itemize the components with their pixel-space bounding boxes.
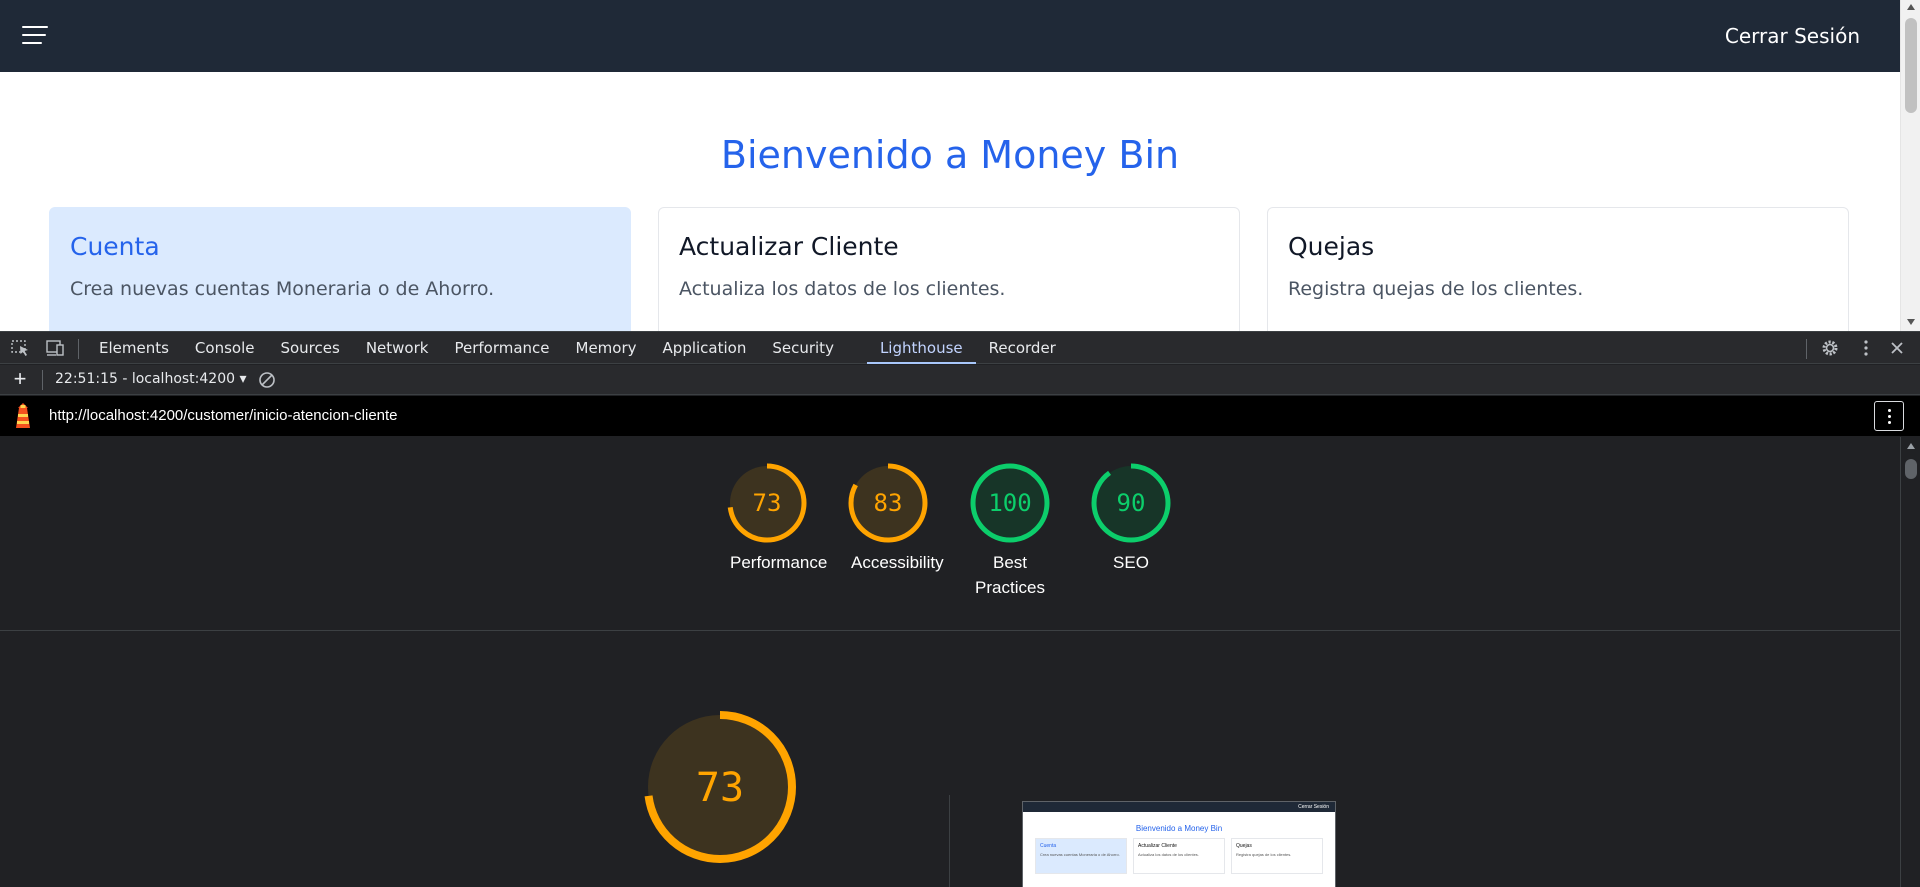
device-toolbar-icon[interactable]	[44, 338, 66, 358]
thumb-logout-text: Cerrar Sesión	[1298, 804, 1329, 810]
dropdown-arrow-icon: ▾	[239, 371, 247, 387]
gauge-ring: 90	[1091, 463, 1171, 543]
report-selector[interactable]: 22:51:15 - localhost:4200 ▾	[55, 371, 247, 387]
card-description: Crea nuevas cuentas Moneraria o de Ahorr…	[70, 278, 495, 300]
card-title: Actualizar Cliente	[679, 232, 899, 261]
toolbar-divider	[78, 339, 79, 359]
report-menu-button[interactable]	[1874, 401, 1904, 431]
card-quejas[interactable]: Quejas Registra quejas de los clientes.	[1267, 207, 1849, 331]
report-scrollbar[interactable]	[1900, 437, 1920, 887]
tab-memory[interactable]: Memory	[563, 332, 650, 364]
tab-application[interactable]: Application	[650, 332, 760, 364]
lighthouse-toolbar: + 22:51:15 - localhost:4200 ▾	[0, 365, 1920, 395]
score-gauge-performance[interactable]: 73 Performance	[712, 461, 828, 575]
tab-recorder[interactable]: Recorder	[976, 332, 1069, 364]
tab-elements[interactable]: Elements	[86, 332, 182, 364]
more-options-icon[interactable]	[1855, 338, 1877, 358]
logout-button[interactable]: Cerrar Sesión	[1725, 24, 1860, 48]
card-cuenta[interactable]: Cuenta Crea nuevas cuentas Moneraria o d…	[49, 207, 631, 331]
tab-performance[interactable]: Performance	[441, 332, 562, 364]
tab-lighthouse[interactable]: Lighthouse	[866, 332, 976, 364]
thumb-title: Bienvenido a Money Bin	[1135, 824, 1223, 833]
lighthouse-logo-icon	[12, 402, 34, 430]
thumb-card-title: Quejas	[1236, 843, 1252, 849]
tab-security[interactable]: Security	[759, 332, 847, 364]
lighthouse-report: 73 Performance 83 Accessibility 100 Best Prac…	[0, 437, 1900, 887]
gauge-ring: 83	[848, 463, 928, 543]
toolbar-divider	[42, 370, 43, 390]
scroll-up-arrow-icon[interactable]	[1907, 443, 1915, 449]
gauge-ring: 100	[970, 463, 1050, 543]
inspect-element-icon[interactable]	[10, 338, 32, 358]
devtools-tabs: Elements Console Sources Network Perform…	[86, 332, 1069, 364]
gauge-ring: 73	[727, 463, 807, 543]
thumb-card-desc: Crea nuevas cuentas Moneraria o de Ahorr…	[1040, 852, 1120, 857]
gauge-label: SEO	[1113, 553, 1149, 572]
thumb-card-desc: Actualiza los datos de los clientes.	[1138, 852, 1199, 857]
page-scrollbar[interactable]	[1900, 0, 1920, 331]
card-title: Quejas	[1288, 232, 1375, 261]
app-navbar: Cerrar Sesión	[0, 0, 1900, 72]
main-score-gauge[interactable]: 73	[644, 711, 796, 863]
scroll-up-arrow-icon[interactable]	[1907, 4, 1915, 10]
card-title: Cuenta	[70, 232, 160, 261]
devtools-tabbar: Elements Console Sources Network Perform…	[0, 331, 1920, 364]
gauge-score-value: 100	[988, 489, 1031, 517]
gauge-label: Accessibility	[851, 553, 944, 572]
app-viewport: Cerrar Sesión Bienvenido a Money Bin Cue…	[0, 0, 1920, 331]
tab-console[interactable]: Console	[182, 332, 268, 364]
card-actualizar-cliente[interactable]: Actualizar Cliente Actualiza los datos d…	[658, 207, 1240, 331]
vertical-divider	[949, 795, 950, 887]
close-icon[interactable]	[1886, 338, 1908, 358]
score-gauge-best-practices[interactable]: 100 Best Practices	[955, 461, 1065, 600]
gauge-score-value: 83	[874, 489, 903, 517]
thumb-card-desc: Registra quejas de los clientes.	[1236, 852, 1292, 857]
thumb-card-title: Cuenta	[1040, 843, 1057, 849]
gauge-label: Performance	[730, 553, 828, 572]
section-divider	[0, 630, 1900, 631]
tab-network[interactable]: Network	[353, 332, 442, 364]
scrollbar-thumb[interactable]	[1905, 459, 1917, 479]
gauge-label: Best Practices	[975, 553, 1045, 597]
score-gauge-accessibility[interactable]: 83 Accessibility	[833, 461, 944, 575]
scroll-down-arrow-icon[interactable]	[1907, 319, 1915, 325]
tab-sources[interactable]: Sources	[267, 332, 352, 364]
report-selector-label: 22:51:15 - localhost:4200	[55, 371, 236, 387]
toolbar-divider	[1806, 339, 1807, 359]
page-screenshot-thumbnail[interactable]: Cerrar Sesión Bienvenido a Money Bin Cue…	[1022, 801, 1336, 887]
hamburger-menu-icon[interactable]	[22, 26, 48, 46]
card-description: Registra quejas de los clientes.	[1288, 278, 1584, 300]
gauge-score-value: 90	[1117, 489, 1146, 517]
lighthouse-url-bar: http://localhost:4200/customer/inicio-at…	[0, 396, 1920, 436]
devtools-panel: Elements Console Sources Network Perform…	[0, 331, 1920, 887]
gear-icon[interactable]	[1819, 338, 1841, 358]
clear-all-icon[interactable]	[258, 371, 276, 389]
report-url[interactable]: http://localhost:4200/customer/inicio-at…	[49, 407, 398, 424]
score-gauge-seo[interactable]: 90 SEO	[1076, 461, 1186, 575]
add-report-icon[interactable]: +	[10, 368, 30, 390]
card-description: Actualiza los datos de los clientes.	[679, 278, 1006, 300]
main-score-value: 73	[696, 765, 744, 811]
gauge-score-value: 73	[753, 489, 782, 517]
thumb-card-title: Actualizar Cliente	[1138, 843, 1177, 849]
page-title: Bienvenido a Money Bin	[720, 133, 1180, 177]
scrollbar-thumb[interactable]	[1905, 18, 1917, 113]
